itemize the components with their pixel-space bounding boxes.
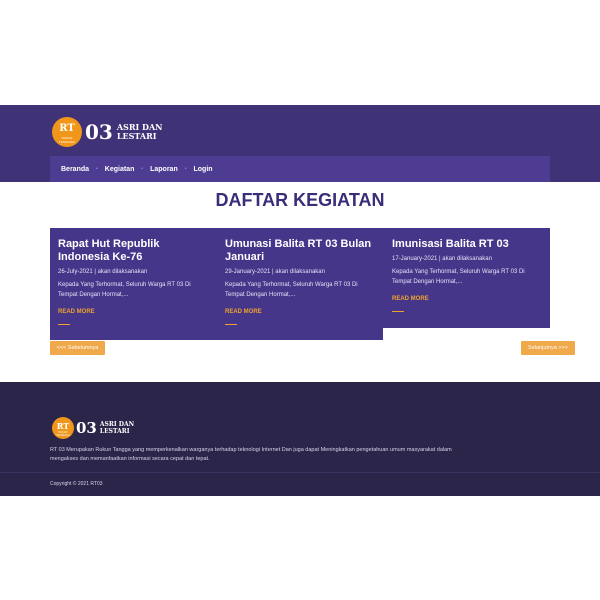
page: RT RUKUN TETANGGA 03 ASRI DAN LESTARI Be… [0, 0, 600, 600]
nav-separator: • [96, 166, 98, 172]
site-logo[interactable]: RT RUKUN TETANGGA 03 ASRI DAN LESTARI [52, 117, 163, 147]
activity-card: Rapat Hut Republik Indonesia Ke-76 26-Ju… [58, 238, 206, 325]
logo-short: RT [59, 123, 75, 134]
logo-short: RT [56, 421, 70, 431]
card-excerpt: Kepada Yang Terhormat, Seluruh Warga RT … [58, 282, 191, 298]
footer-description: RT 03 Merupakan Rukun Tangga yang memper… [50, 447, 452, 462]
page-title: DAFTAR KEGIATAN [215, 190, 385, 210]
card-title[interactable]: Rapat Hut Republik Indonesia Ke-76 [58, 238, 206, 264]
logo-name-line1: ASRI DAN [99, 421, 135, 428]
nav-item-login[interactable]: Login [194, 166, 213, 173]
card-meta: 29-January-2021 | akan dilaksanakan [225, 269, 325, 275]
card-underline [225, 324, 237, 325]
activity-card: Imunisasi Balita RT 03 17-January-2021 |… [392, 238, 540, 312]
card-title[interactable]: Imunisasi Balita RT 03 [392, 238, 540, 251]
copyright: Copyright © 2021 RT03 [50, 481, 103, 487]
card-meta: 26-July-2021 | akan dilaksanakan [58, 269, 148, 275]
next-button[interactable]: Selanjutnya >>> [521, 341, 575, 355]
card-underline [58, 324, 70, 325]
logo-name-line2: LESTARI [99, 428, 130, 435]
read-more-link[interactable]: READ MORE [392, 296, 429, 302]
nav-item-beranda[interactable]: Beranda [61, 166, 89, 173]
logo-number: 03 [76, 419, 97, 437]
logo-name: ASRI DAN LESTARI [117, 123, 163, 141]
nav-item-laporan[interactable]: Laporan [150, 166, 178, 173]
logo-number: 03 [85, 120, 113, 144]
nav-separator: • [184, 166, 187, 172]
nav-separator: • [141, 166, 144, 172]
card-title[interactable]: Umunasi Balita RT 03 Bulan Januari [225, 238, 373, 264]
main-nav: Beranda • Kegiatan • Laporan • Login [50, 156, 550, 182]
card-meta: 17-January-2021 | akan dilaksanakan [392, 256, 492, 262]
card-excerpt: Kepada Yang Terhormat, Seluruh Warga RT … [392, 269, 525, 285]
nav-item-kegiatan[interactable]: Kegiatan [105, 166, 135, 173]
previous-button[interactable]: <<< Sebelumnya [50, 341, 105, 355]
footer-logo[interactable]: RT RUKUN TETANGGA 03 ASRI DAN LESTARI [52, 417, 136, 439]
logo-sub: RUKUN TETANGGA [56, 431, 70, 437]
logo-name: ASRI DAN LESTARI [100, 421, 136, 435]
logo-badge: RT RUKUN TETANGGA [52, 417, 74, 439]
read-more-link[interactable]: READ MORE [58, 309, 95, 315]
logo-badge: RT RUKUN TETANGGA [52, 117, 82, 147]
read-more-link[interactable]: READ MORE [225, 309, 262, 315]
footer-divider [0, 472, 600, 473]
logo-name-line2: LESTARI [116, 131, 157, 141]
card-excerpt: Kepada Yang Terhormat, Seluruh Warga RT … [225, 282, 358, 298]
footer [0, 382, 600, 496]
logo-sub: RUKUN TETANGGA [58, 136, 76, 144]
activity-card: Umunasi Balita RT 03 Bulan Januari 29-Ja… [225, 238, 373, 325]
card-underline [392, 311, 404, 312]
